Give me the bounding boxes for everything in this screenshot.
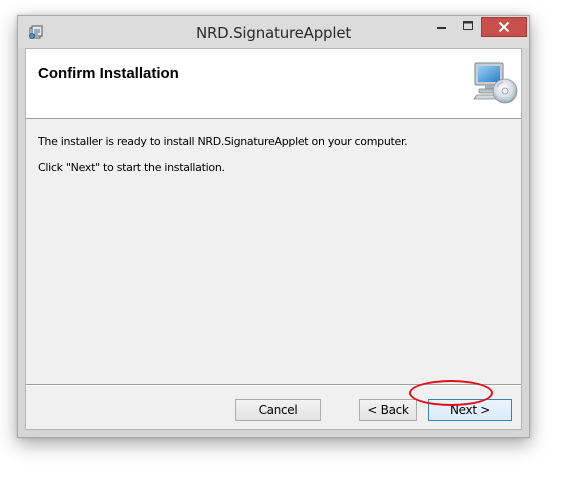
title-bar[interactable]: NRD.SignatureApplet (18, 16, 529, 48)
installer-window: NRD.SignatureApplet Confirm Installation… (17, 15, 530, 438)
cancel-button[interactable]: Cancel (235, 399, 321, 421)
back-button[interactable]: < Back (359, 399, 417, 421)
footer-separator (26, 384, 521, 386)
instruction-message: Click "Next" to start the installation. (38, 161, 225, 174)
ready-message: The installer is ready to install NRD.Si… (38, 135, 408, 148)
screenshot-canvas: NRD.SignatureApplet Confirm Installation… (0, 0, 578, 486)
wizard-banner: Confirm Installation (26, 49, 521, 119)
close-button[interactable] (481, 17, 527, 37)
minimize-icon (437, 27, 446, 29)
computer-cd-icon (473, 62, 518, 104)
next-button[interactable]: Next > (428, 399, 512, 421)
page-title: Confirm Installation (38, 65, 179, 82)
maximize-button[interactable] (455, 17, 481, 37)
maximize-icon (463, 21, 473, 30)
wizard-client-area: Confirm Installation The installer is re… (25, 48, 522, 430)
minimize-button[interactable] (428, 17, 455, 37)
close-icon (498, 21, 510, 33)
